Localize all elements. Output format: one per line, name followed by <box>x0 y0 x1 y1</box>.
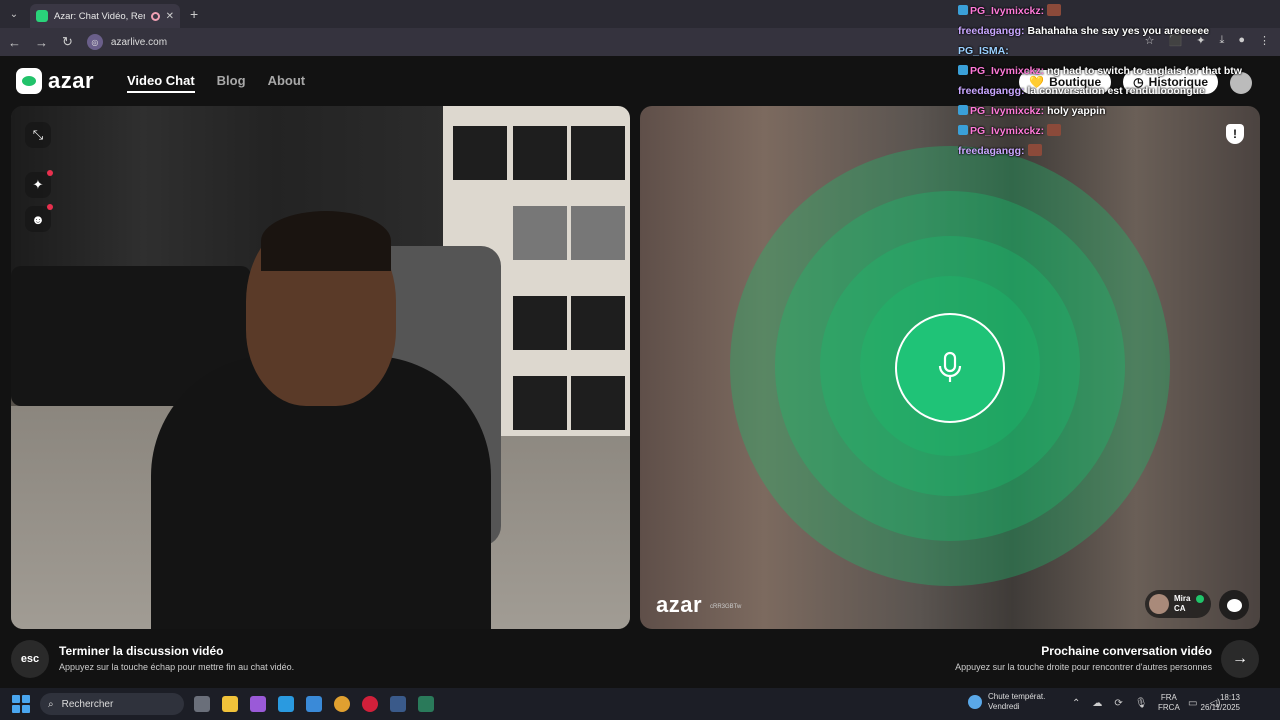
mask-button[interactable]: ☻ <box>25 204 53 232</box>
chat-badge-icon <box>958 105 968 115</box>
main-nav: Video Chat Blog About <box>127 73 305 93</box>
call-controls: esc Terminer la discussion vidéo Appuyez… <box>0 638 1280 684</box>
opera-icon[interactable] <box>362 696 378 712</box>
partner-country: CA <box>1174 604 1186 613</box>
weather-title: Chute températ. <box>988 692 1046 701</box>
pinned-apps <box>194 696 434 712</box>
chat-message: freedagangg: <box>958 142 1278 162</box>
next-chat-button[interactable]: → <box>1221 640 1259 678</box>
notification-dot <box>47 170 53 176</box>
verified-icon <box>1196 595 1204 603</box>
sparkle-icon: ✦ <box>32 177 44 192</box>
watermark-id: cRR3GBTw <box>710 604 742 610</box>
logo-text: azar <box>48 68 95 93</box>
chrome-icon[interactable] <box>334 696 350 712</box>
stream-chat-overlay: PG_Ivymixckz: freedagangg: Bahahaha she s… <box>958 2 1278 162</box>
chat-button[interactable] <box>1219 590 1249 620</box>
windows-taskbar: ⌕ Rechercher Chute températ. Vendredi ⌃ … <box>0 688 1280 720</box>
emote-icon <box>1047 4 1062 16</box>
end-chat-subtitle: Appuyez sur la touche échap pour mettre … <box>59 662 295 672</box>
site-info-icon[interactable]: ◎ <box>86 34 103 50</box>
back-icon[interactable]: ← <box>8 35 21 50</box>
sync-icon[interactable]: ⟳ <box>1114 698 1122 709</box>
minimize-video-button[interactable]: ⤡ <box>25 122 51 148</box>
remote-video: ! azar cRR3GBTw Mira CA <box>640 106 1260 629</box>
clock-date: 26/11/2025 <box>1200 703 1240 712</box>
new-tab-button[interactable]: + <box>190 6 198 22</box>
nav-blog[interactable]: Blog <box>217 73 246 93</box>
azar-favicon-icon <box>36 10 48 22</box>
partner-name: Mira <box>1174 594 1191 603</box>
tab-title: Azar: Chat Vidéo, Rencontr <box>54 10 145 22</box>
chat-message: freedagangg: la conversation est rendu lo… <box>958 85 1205 97</box>
cloud-icon[interactable]: ☁ <box>1092 698 1102 709</box>
store-icon[interactable] <box>306 696 322 712</box>
address-bar[interactable]: ◎ azarlive.com <box>86 34 167 50</box>
chat-message: PG_Ivymixckz: ng had to switch to anglais… <box>958 62 1278 82</box>
copilot-icon[interactable] <box>250 696 266 712</box>
chevron-up-icon[interactable]: ⌃ <box>1072 698 1080 709</box>
weather-widget[interactable]: Chute températ. Vendredi <box>968 692 1045 712</box>
mic-tray-icon[interactable]: 🎙 <box>1135 698 1148 709</box>
partner-avatar <box>1149 594 1169 614</box>
chat-message: PG_Ivymixckz: holy yappin <box>958 102 1278 122</box>
chat-message: freedagangg: Bahahaha she say yes you are… <box>958 25 1210 37</box>
voice-mic-indicator[interactable] <box>895 313 1005 423</box>
next-chat-subtitle: Appuyez sur la touche droite pour rencon… <box>955 662 1212 672</box>
forward-icon[interactable]: → <box>35 35 48 50</box>
face-icon: ☻ <box>31 211 45 227</box>
chat-message: PG_ISMA: <box>958 45 1009 57</box>
tab-list-button[interactable]: ⌄ <box>0 0 28 28</box>
system-tray: ⌃ ☁ ⟳ 🎙 <box>1072 698 1147 709</box>
terminal-icon[interactable] <box>418 696 434 712</box>
steam-icon[interactable] <box>390 696 406 712</box>
arrow-right-icon: → <box>1232 650 1248 667</box>
browser-tab[interactable]: Azar: Chat Vidéo, Rencontr ✕ <box>30 4 180 28</box>
shrink-icon: ⤡ <box>32 127 44 142</box>
emote-icon <box>1027 144 1042 156</box>
partner-profile-chip[interactable]: Mira CA <box>1145 590 1211 618</box>
file-explorer-icon[interactable] <box>222 696 238 712</box>
azar-logo[interactable]: azar <box>16 68 94 94</box>
weather-day: Vendredi <box>988 702 1020 711</box>
taskbar-clock[interactable]: 18:13 26/11/2025 <box>1201 693 1240 713</box>
end-chat-title: Terminer la discussion vidéo <box>59 644 224 658</box>
effects-button[interactable]: ✦ <box>25 170 53 198</box>
chat-badge-icon <box>958 65 968 75</box>
search-label: Rechercher <box>61 698 114 710</box>
notification-dot <box>47 204 53 210</box>
video-watermark-logo: azar <box>656 592 703 617</box>
local-video: ⤡ ✦ ☻ <box>11 106 630 629</box>
chat-message: PG_Ivymixckz: <box>958 2 1278 22</box>
nav-video-chat[interactable]: Video Chat <box>127 73 195 93</box>
network-icon[interactable]: ▭ <box>1188 698 1197 709</box>
url-text[interactable]: azarlive.com <box>111 37 167 48</box>
microphone-icon <box>938 351 962 382</box>
search-icon: ⌕ <box>48 698 54 710</box>
clock-time: 18:13 <box>1219 693 1240 702</box>
taskbar-search[interactable]: ⌕ Rechercher <box>40 693 184 715</box>
thermometer-icon <box>968 695 982 709</box>
nav-about[interactable]: About <box>268 73 306 93</box>
start-windows-icon[interactable] <box>12 695 30 713</box>
esc-end-button[interactable]: esc <box>11 640 49 678</box>
chat-badge-icon <box>958 125 968 135</box>
emote-icon <box>1047 124 1062 136</box>
recording-icon <box>150 11 160 21</box>
azar-logo-mark-icon <box>16 68 42 94</box>
next-chat-title: Prochaine conversation vidéo <box>1041 644 1212 658</box>
language-indicator[interactable]: FRA FRCA <box>1158 693 1180 713</box>
close-tab-icon[interactable]: ✕ <box>166 11 174 22</box>
chat-bubble-icon <box>1226 598 1242 612</box>
edge-icon[interactable] <box>278 696 294 712</box>
chat-badge-icon <box>958 5 968 15</box>
task-view-icon[interactable] <box>194 696 210 712</box>
reload-icon[interactable]: ↻ <box>62 34 73 50</box>
chat-message: PG_Ivymixckz: <box>958 122 1278 142</box>
